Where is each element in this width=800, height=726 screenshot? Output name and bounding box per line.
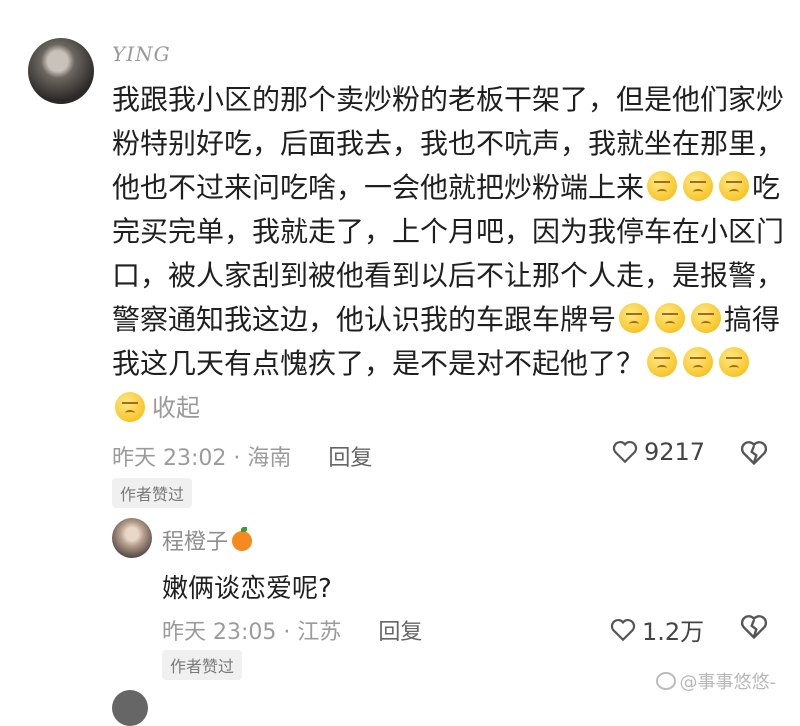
sad-face-emoji-icon	[647, 347, 678, 377]
like-count: 1.2万	[642, 618, 705, 646]
sad-face-emoji-icon	[115, 392, 145, 422]
comment-meta: 昨天 23:02 · 海南 回复	[112, 440, 372, 472]
sad-face-emoji-icon	[683, 171, 714, 201]
sad-face-emoji-icon	[719, 171, 750, 201]
reply-meta: 昨天 23:05 · 江苏 回复	[162, 614, 422, 646]
sad-face-emoji-icon	[655, 303, 686, 333]
comment-line-6: 警察通知我这边，他认识我的车跟车牌号 搞得	[112, 303, 781, 336]
reply-button[interactable]: 回复	[378, 620, 422, 645]
reply-button[interactable]: 回复	[328, 446, 372, 471]
heart-outline-icon	[612, 440, 638, 464]
username[interactable]: YING	[112, 42, 171, 66]
sad-face-emoji-icon	[683, 347, 714, 377]
comment-line-1: 我跟我小区的那个卖炒粉的老板干架了，但是他们家炒	[112, 83, 785, 116]
broken-heart-icon[interactable]	[740, 440, 768, 466]
comment-line-7: 我这几天有点愧疚了，是不是对不起他了？	[112, 342, 762, 386]
avatar[interactable]	[112, 518, 152, 558]
like-button[interactable]: 1.2万	[610, 612, 704, 647]
reply-username[interactable]: 程橙子	[162, 524, 253, 556]
time-location: 昨天 23:02 · 海南	[112, 446, 292, 471]
comment-line-3: 他也不过来问吃啥，一会他就把炒粉端上来吃	[112, 171, 781, 204]
reply-body: 嫩俩谈恋爱呢?	[162, 574, 332, 604]
sad-face-emoji-icon	[719, 347, 750, 377]
next-comment-avatar[interactable]	[112, 690, 148, 726]
weibo-icon	[655, 672, 676, 690]
heart-outline-icon	[610, 618, 636, 641]
comment-line-5: 口，被人家刮到被他看到以后不让那个人走，是报警，	[112, 259, 785, 292]
comment-line-8: 收起	[112, 386, 762, 430]
comment-line-4: 完买完单，我就走了，上个月吧，因为我停车在小区门	[112, 215, 785, 248]
collapse-link[interactable]: 收起	[152, 394, 200, 422]
avatar[interactable]	[28, 38, 94, 104]
time-location: 昨天 23:05 · 江苏	[162, 620, 342, 645]
broken-heart-icon[interactable]	[740, 614, 768, 640]
comment-line-2: 粉特别好吃，后面我去，我也不吭声，我就坐在那里，	[112, 127, 785, 160]
like-count: 9217	[644, 438, 706, 466]
like-button[interactable]: 9217	[612, 438, 705, 466]
sad-face-emoji-icon	[619, 303, 650, 333]
author-liked-badge: 作者赞过	[112, 478, 193, 508]
orange-icon	[232, 527, 253, 551]
sad-face-emoji-icon	[647, 171, 678, 201]
author-liked-badge: 作者赞过	[162, 650, 243, 680]
comment-body: 我跟我小区的那个卖炒粉的老板干架了，但是他们家炒 粉特别好吃，后面我去，我也不吭…	[112, 78, 785, 430]
watermark: @事事悠悠-	[655, 668, 776, 694]
sad-face-emoji-icon	[691, 303, 722, 333]
